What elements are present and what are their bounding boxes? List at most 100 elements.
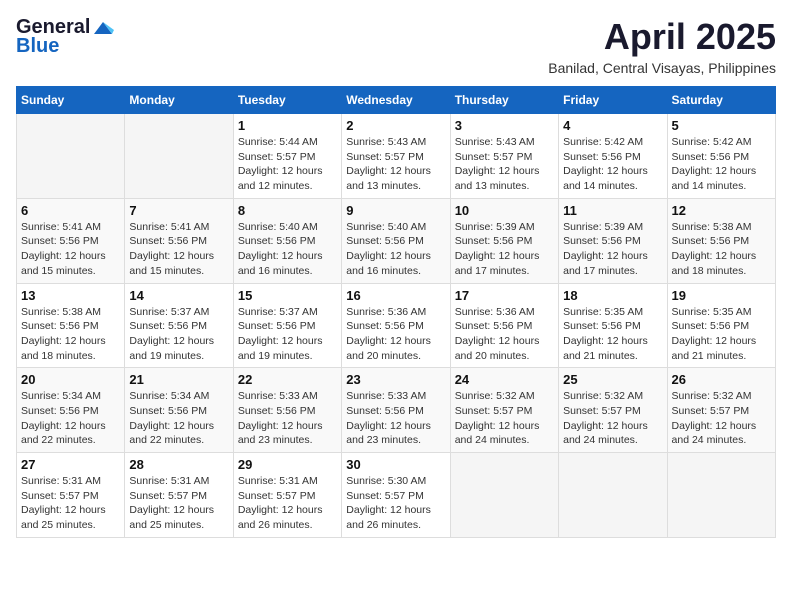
- calendar-cell: 2 Sunrise: 5:43 AMSunset: 5:57 PMDaylight…: [342, 114, 450, 199]
- calendar-cell: [450, 453, 558, 538]
- day-number: 5: [672, 118, 771, 133]
- day-number: 29: [238, 457, 337, 472]
- calendar-cell: 13 Sunrise: 5:38 AMSunset: 5:56 PMDayligh…: [17, 283, 125, 368]
- day-info: Sunrise: 5:44 AMSunset: 5:57 PMDaylight:…: [238, 135, 337, 194]
- location-title: Banilad, Central Visayas, Philippines: [548, 60, 776, 76]
- day-info: Sunrise: 5:34 AMSunset: 5:56 PMDaylight:…: [129, 389, 228, 448]
- calendar-cell: 30 Sunrise: 5:30 AMSunset: 5:57 PMDayligh…: [342, 453, 450, 538]
- day-number: 12: [672, 203, 771, 218]
- calendar-header-row: SundayMondayTuesdayWednesdayThursdayFrid…: [17, 87, 776, 114]
- calendar-week-row: 13 Sunrise: 5:38 AMSunset: 5:56 PMDayligh…: [17, 283, 776, 368]
- calendar-cell: 26Sunrise: 5:32 AMSunset: 5:57 PMDayligh…: [667, 368, 775, 453]
- calendar-cell: 9 Sunrise: 5:40 AMSunset: 5:56 PMDaylight…: [342, 198, 450, 283]
- day-number: 1: [238, 118, 337, 133]
- day-info: Sunrise: 5:42 AMSunset: 5:56 PMDaylight:…: [672, 135, 771, 194]
- day-number: 28: [129, 457, 228, 472]
- calendar-cell: 20Sunrise: 5:34 AMSunset: 5:56 PMDayligh…: [17, 368, 125, 453]
- calendar-week-row: 1 Sunrise: 5:44 AMSunset: 5:57 PMDaylight…: [17, 114, 776, 199]
- logo-blue-text: Blue: [16, 35, 59, 58]
- day-number: 24: [455, 372, 554, 387]
- calendar-cell: 29 Sunrise: 5:31 AMSunset: 5:57 PMDayligh…: [233, 453, 341, 538]
- calendar-cell: 6 Sunrise: 5:41 AMSunset: 5:56 PMDaylight…: [17, 198, 125, 283]
- calendar-week-row: 27 Sunrise: 5:31 AMSunset: 5:57 PMDayligh…: [17, 453, 776, 538]
- calendar-cell: 15 Sunrise: 5:37 AMSunset: 5:56 PMDayligh…: [233, 283, 341, 368]
- day-info: Sunrise: 5:41 AMSunset: 5:56 PMDaylight:…: [21, 220, 120, 279]
- calendar-cell: 22 Sunrise: 5:33 AMSunset: 5:56 PMDayligh…: [233, 368, 341, 453]
- day-info: Sunrise: 5:31 AMSunset: 5:57 PMDaylight:…: [129, 474, 228, 533]
- weekday-header: Thursday: [450, 87, 558, 114]
- day-info: Sunrise: 5:38 AMSunset: 5:56 PMDaylight:…: [672, 220, 771, 279]
- day-info: Sunrise: 5:36 AMSunset: 5:56 PMDaylight:…: [346, 305, 445, 364]
- weekday-header: Sunday: [17, 87, 125, 114]
- calendar-cell: 11 Sunrise: 5:39 AMSunset: 5:56 PMDayligh…: [559, 198, 667, 283]
- calendar-cell: 25 Sunrise: 5:32 AMSunset: 5:57 PMDayligh…: [559, 368, 667, 453]
- day-info: Sunrise: 5:43 AMSunset: 5:57 PMDaylight:…: [346, 135, 445, 194]
- day-info: Sunrise: 5:34 AMSunset: 5:56 PMDaylight:…: [21, 389, 120, 448]
- day-info: Sunrise: 5:32 AMSunset: 5:57 PMDaylight:…: [455, 389, 554, 448]
- day-number: 26: [672, 372, 771, 387]
- weekday-header: Monday: [125, 87, 233, 114]
- title-area: April 2025 Banilad, Central Visayas, Phi…: [548, 16, 776, 76]
- day-number: 11: [563, 203, 662, 218]
- day-info: Sunrise: 5:42 AMSunset: 5:56 PMDaylight:…: [563, 135, 662, 194]
- header: General Blue April 2025 Banilad, Central…: [16, 16, 776, 76]
- day-number: 3: [455, 118, 554, 133]
- day-info: Sunrise: 5:33 AMSunset: 5:56 PMDaylight:…: [346, 389, 445, 448]
- calendar-cell: 23 Sunrise: 5:33 AMSunset: 5:56 PMDayligh…: [342, 368, 450, 453]
- calendar-cell: 5 Sunrise: 5:42 AMSunset: 5:56 PMDaylight…: [667, 114, 775, 199]
- calendar-cell: 24 Sunrise: 5:32 AMSunset: 5:57 PMDayligh…: [450, 368, 558, 453]
- weekday-header: Wednesday: [342, 87, 450, 114]
- day-number: 6: [21, 203, 120, 218]
- calendar-cell: [559, 453, 667, 538]
- calendar-cell: 28 Sunrise: 5:31 AMSunset: 5:57 PMDayligh…: [125, 453, 233, 538]
- calendar-cell: 7 Sunrise: 5:41 AMSunset: 5:56 PMDaylight…: [125, 198, 233, 283]
- day-info: Sunrise: 5:35 AMSunset: 5:56 PMDaylight:…: [563, 305, 662, 364]
- calendar-cell: [17, 114, 125, 199]
- logo: General Blue: [16, 16, 116, 58]
- calendar-cell: 1 Sunrise: 5:44 AMSunset: 5:57 PMDaylight…: [233, 114, 341, 199]
- calendar-cell: 4 Sunrise: 5:42 AMSunset: 5:56 PMDaylight…: [559, 114, 667, 199]
- day-info: Sunrise: 5:41 AMSunset: 5:56 PMDaylight:…: [129, 220, 228, 279]
- day-info: Sunrise: 5:30 AMSunset: 5:57 PMDaylight:…: [346, 474, 445, 533]
- day-number: 2: [346, 118, 445, 133]
- day-info: Sunrise: 5:39 AMSunset: 5:56 PMDaylight:…: [563, 220, 662, 279]
- month-title: April 2025: [548, 16, 776, 58]
- day-number: 9: [346, 203, 445, 218]
- day-number: 22: [238, 372, 337, 387]
- calendar-week-row: 6 Sunrise: 5:41 AMSunset: 5:56 PMDaylight…: [17, 198, 776, 283]
- calendar-cell: 17Sunrise: 5:36 AMSunset: 5:56 PMDayligh…: [450, 283, 558, 368]
- day-number: 23: [346, 372, 445, 387]
- calendar-week-row: 20Sunrise: 5:34 AMSunset: 5:56 PMDayligh…: [17, 368, 776, 453]
- day-info: Sunrise: 5:31 AMSunset: 5:57 PMDaylight:…: [238, 474, 337, 533]
- day-number: 27: [21, 457, 120, 472]
- day-number: 10: [455, 203, 554, 218]
- calendar-cell: 10 Sunrise: 5:39 AMSunset: 5:56 PMDayligh…: [450, 198, 558, 283]
- calendar-cell: 19 Sunrise: 5:35 AMSunset: 5:56 PMDayligh…: [667, 283, 775, 368]
- day-number: 14: [129, 288, 228, 303]
- calendar-cell: 14Sunrise: 5:37 AMSunset: 5:56 PMDayligh…: [125, 283, 233, 368]
- day-number: 25: [563, 372, 662, 387]
- calendar-cell: 16Sunrise: 5:36 AMSunset: 5:56 PMDayligh…: [342, 283, 450, 368]
- weekday-header: Saturday: [667, 87, 775, 114]
- day-info: Sunrise: 5:38 AMSunset: 5:56 PMDaylight:…: [21, 305, 120, 364]
- calendar-cell: [125, 114, 233, 199]
- day-info: Sunrise: 5:35 AMSunset: 5:56 PMDaylight:…: [672, 305, 771, 364]
- day-number: 30: [346, 457, 445, 472]
- calendar-cell: 21 Sunrise: 5:34 AMSunset: 5:56 PMDayligh…: [125, 368, 233, 453]
- weekday-header: Friday: [559, 87, 667, 114]
- day-number: 15: [238, 288, 337, 303]
- day-number: 4: [563, 118, 662, 133]
- calendar-cell: 3Sunrise: 5:43 AMSunset: 5:57 PMDaylight…: [450, 114, 558, 199]
- day-number: 13: [21, 288, 120, 303]
- day-info: Sunrise: 5:39 AMSunset: 5:56 PMDaylight:…: [455, 220, 554, 279]
- day-info: Sunrise: 5:33 AMSunset: 5:56 PMDaylight:…: [238, 389, 337, 448]
- day-number: 19: [672, 288, 771, 303]
- day-number: 7: [129, 203, 228, 218]
- logo-icon: [92, 20, 114, 36]
- day-info: Sunrise: 5:32 AMSunset: 5:57 PMDaylight:…: [563, 389, 662, 448]
- day-info: Sunrise: 5:36 AMSunset: 5:56 PMDaylight:…: [455, 305, 554, 364]
- day-info: Sunrise: 5:37 AMSunset: 5:56 PMDaylight:…: [238, 305, 337, 364]
- day-number: 21: [129, 372, 228, 387]
- day-info: Sunrise: 5:40 AMSunset: 5:56 PMDaylight:…: [346, 220, 445, 279]
- calendar: SundayMondayTuesdayWednesdayThursdayFrid…: [16, 86, 776, 538]
